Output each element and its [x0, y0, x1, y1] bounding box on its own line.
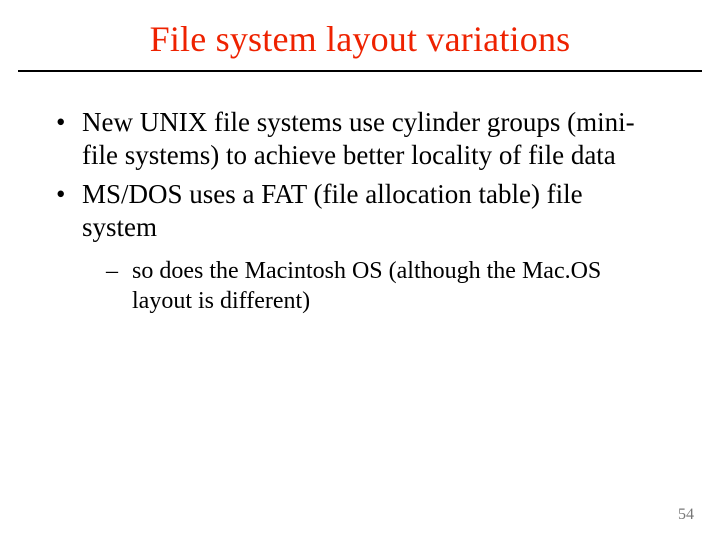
bullet-item: New UNIX file systems use cylinder group…: [50, 106, 650, 172]
subbullet-list: so does the Macintosh OS (although the M…: [82, 244, 650, 316]
bullet-text: MS/DOS uses a FAT (file allocation table…: [82, 179, 583, 242]
slide: File system layout variations New UNIX f…: [0, 0, 720, 540]
page-number: 54: [678, 506, 694, 524]
bullet-item: MS/DOS uses a FAT (file allocation table…: [50, 178, 650, 316]
bullet-list: New UNIX file systems use cylinder group…: [0, 72, 720, 316]
subbullet-item: so does the Macintosh OS (although the M…: [106, 256, 650, 316]
slide-title: File system layout variations: [0, 18, 720, 70]
